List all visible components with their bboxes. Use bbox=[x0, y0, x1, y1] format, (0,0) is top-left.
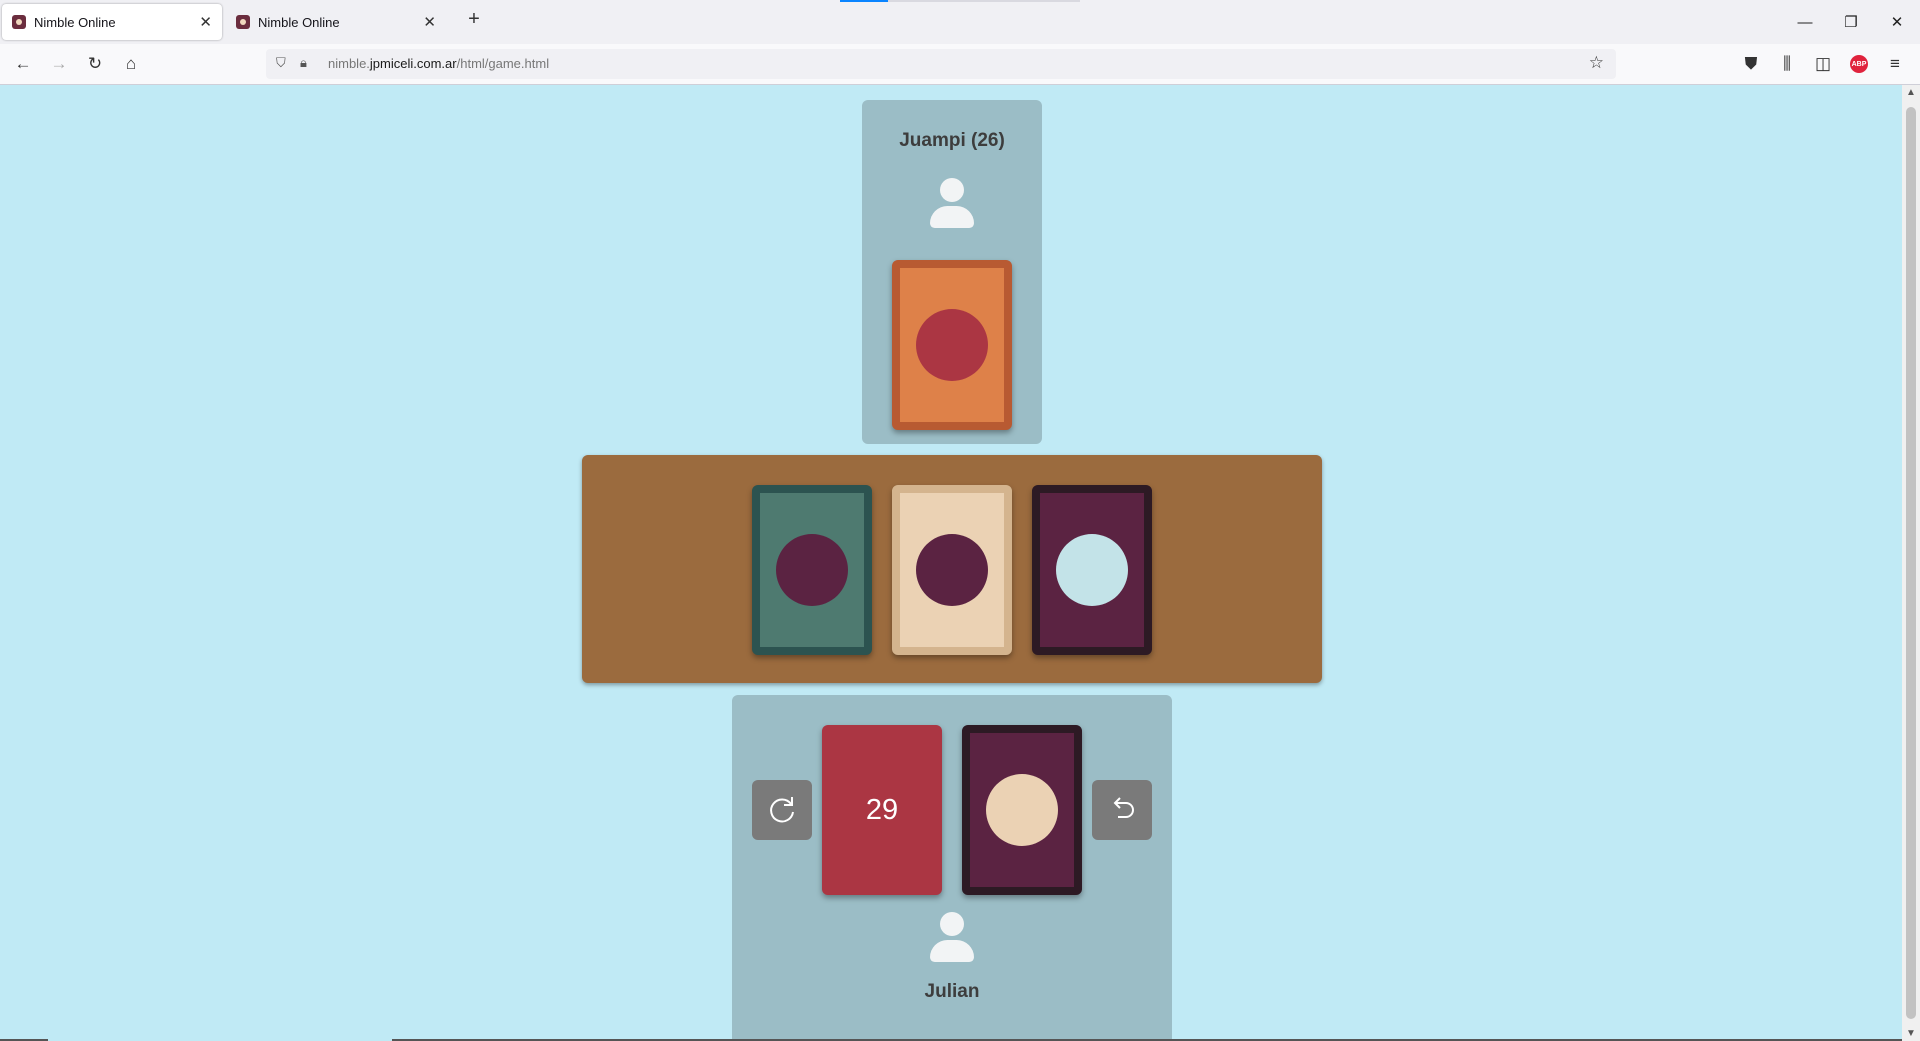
pocket-icon[interactable]: ⛊ bbox=[1736, 50, 1766, 78]
card-symbol bbox=[916, 534, 988, 606]
home-button[interactable]: ⌂ bbox=[116, 50, 146, 78]
new-tab-button[interactable]: + bbox=[460, 8, 488, 31]
refresh-button[interactable] bbox=[752, 780, 812, 840]
loading-indicator bbox=[840, 0, 888, 2]
tab-active[interactable]: Nimble Online ✕ bbox=[2, 4, 222, 40]
url-bar[interactable]: ⛉ 🔒︎ nimble.jpmiceli.com.ar/html/game.ht… bbox=[266, 49, 1616, 79]
undo-icon bbox=[1113, 797, 1134, 818]
navigation-toolbar: ← → ↻ ⌂ ⛉ 🔒︎ nimble.jpmiceli.com.ar/html… bbox=[0, 44, 1920, 85]
adblock-icon[interactable]: ABP bbox=[1844, 50, 1874, 78]
opponent-panel: Juampi (26) bbox=[862, 100, 1042, 444]
center-table bbox=[582, 455, 1322, 683]
player-panel: 29 Julian bbox=[732, 695, 1172, 1041]
page-scrollbar[interactable]: ▲ ▼ bbox=[1902, 85, 1920, 1041]
close-window-button[interactable]: ✕ bbox=[1874, 6, 1920, 38]
table-pile-2[interactable] bbox=[892, 485, 1012, 655]
scrollbar-thumb[interactable] bbox=[1906, 107, 1916, 1019]
loading-track bbox=[888, 0, 1080, 2]
opponent-card bbox=[892, 260, 1012, 430]
opponent-name: Juampi (26) bbox=[899, 130, 1005, 151]
table-pile-1[interactable] bbox=[752, 485, 872, 655]
lock-icon[interactable]: 🔒︎ bbox=[300, 55, 307, 71]
tab-title: Nimble Online bbox=[258, 14, 340, 30]
tab-inactive[interactable]: Nimble Online ✕ bbox=[226, 4, 446, 40]
undo-button[interactable] bbox=[1092, 780, 1152, 840]
refresh-icon bbox=[770, 797, 794, 823]
favicon-icon bbox=[12, 15, 26, 29]
url-text[interactable]: nimble.jpmiceli.com.ar/html/game.html bbox=[328, 56, 549, 71]
game-page: Juampi (26) 29 Julian bbox=[0, 85, 1902, 1041]
sidebar-icon[interactable]: ◫ bbox=[1808, 50, 1838, 78]
player-avatar-icon bbox=[927, 912, 977, 962]
opponent-avatar-icon bbox=[927, 178, 977, 228]
tab-title: Nimble Online bbox=[34, 14, 116, 30]
scroll-up-icon[interactable]: ▲ bbox=[1902, 87, 1920, 98]
tab-close-icon[interactable]: ✕ bbox=[199, 13, 212, 31]
menu-icon[interactable]: ≡ bbox=[1880, 50, 1910, 78]
draw-pile-counter[interactable]: 29 bbox=[822, 725, 942, 895]
library-icon[interactable]: ⫼ bbox=[1772, 50, 1802, 78]
card-symbol bbox=[986, 774, 1058, 846]
player-name: Julian bbox=[924, 981, 980, 1002]
card-symbol bbox=[776, 534, 848, 606]
restore-button[interactable]: ❐ bbox=[1828, 6, 1874, 38]
card-symbol bbox=[1056, 534, 1128, 606]
draw-pile-count: 29 bbox=[865, 793, 899, 826]
reload-button[interactable]: ↻ bbox=[80, 50, 110, 78]
card-symbol bbox=[916, 309, 988, 381]
table-pile-3[interactable] bbox=[1032, 485, 1152, 655]
minimize-button[interactable]: — bbox=[1782, 6, 1828, 38]
bookmark-star-icon[interactable]: ☆ bbox=[1589, 53, 1604, 73]
tracking-shield-icon[interactable]: ⛉ bbox=[276, 55, 286, 71]
tab-close-icon[interactable]: ✕ bbox=[423, 13, 436, 31]
scroll-down-icon[interactable]: ▼ bbox=[1902, 1028, 1920, 1039]
favicon-icon bbox=[236, 15, 250, 29]
forward-button[interactable]: → bbox=[44, 50, 74, 78]
tab-bar: Nimble Online ✕ Nimble Online ✕ + — ❐ ✕ bbox=[0, 0, 1920, 44]
back-button[interactable]: ← bbox=[8, 50, 38, 78]
player-hand-card[interactable] bbox=[962, 725, 1082, 895]
